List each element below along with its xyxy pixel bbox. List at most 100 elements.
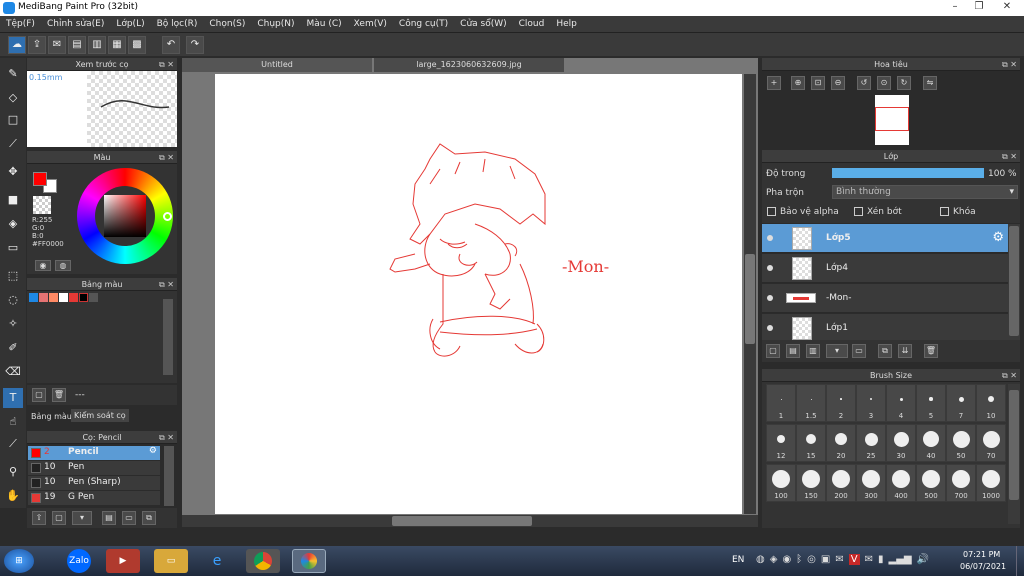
menu-layer[interactable]: Lớp(L) [110,19,150,29]
brush-tool-icon[interactable]: ✎ [3,64,23,84]
folder-icon[interactable]: ▭ [122,511,136,525]
panel-close-icon[interactable]: ⧉ ✕ [1002,369,1017,382]
battery-icon[interactable]: ▮ [878,554,884,565]
zalo-app-icon[interactable]: Zalo [67,549,91,573]
palette-more[interactable]: --- [75,390,85,400]
new-palette-icon[interactable]: ▢ [32,388,46,402]
pen-tool-icon[interactable]: ⟋ [3,134,23,154]
maximize-button[interactable]: ❐ [966,0,992,14]
brush-size-scrollbar[interactable] [1008,384,1020,524]
mail-icon[interactable]: ✉ [865,554,873,565]
redo-icon[interactable]: ↷ [186,36,204,54]
visibility-icon[interactable] [767,265,773,271]
layer-item[interactable]: Lớp5 ⚙ [762,224,1008,253]
palette-swatch-red[interactable] [69,293,78,302]
bucket-tool-icon[interactable]: ◈ [3,214,23,234]
panel-close-icon[interactable]: ⧉ ✕ [1002,150,1017,163]
layer-item[interactable]: -Mon- [762,284,1008,313]
zoom-in-icon[interactable]: + [767,76,781,90]
palette-swatch-black[interactable] [79,293,88,302]
palette-swatch-pink[interactable] [39,293,48,302]
chrome-icon[interactable] [246,549,280,573]
tab-brush-control[interactable]: Kiểm soát cọ [71,409,129,422]
brush-size-400[interactable]: 400 [886,464,916,502]
brush-size-5[interactable]: 5 [916,384,946,422]
duplicate-layer-icon[interactable]: ⧉ [878,344,892,358]
navigator-preview[interactable] [875,95,909,145]
tab-palette[interactable]: Bảng màu [31,412,72,421]
transparent-swatch[interactable] [33,196,51,214]
text-tool-icon[interactable]: T [3,388,23,408]
brush-size-200[interactable]: 200 [826,464,856,502]
zoom-plus-icon[interactable]: ⊕ [791,76,805,90]
brush-size-25[interactable]: 25 [856,424,886,462]
brush-item[interactable]: 19 G Pen [28,491,160,505]
brush-size-40[interactable]: 40 [916,424,946,462]
fill-shape-icon[interactable]: ■ [3,190,23,210]
steam-icon[interactable]: ◉ [782,554,791,565]
brush-size-1[interactable]: 1 [766,384,796,422]
blend-select[interactable]: Bình thường ▾ [832,185,1018,199]
brush-size-15[interactable]: 15 [796,424,826,462]
delete-layer-icon[interactable]: 🗑 [924,344,938,358]
panel-close-icon[interactable]: ⧉ ✕ [159,278,174,291]
gear-icon[interactable]: ⚙ [992,230,1004,245]
tiles-icon[interactable]: ▩ [128,36,146,54]
upload-icon[interactable]: ⇪ [28,36,46,54]
hand-tool-icon[interactable]: ✋ [3,486,23,506]
scroll-thumb[interactable] [745,254,755,344]
palette-swatch-orange[interactable] [49,293,58,302]
delete-palette-icon[interactable]: 🗑 [52,388,66,402]
cloud-icon[interactable]: ☁ [8,36,26,54]
brush-size-4[interactable]: 4 [886,384,916,422]
brush-size-1000[interactable]: 1000 [976,464,1006,502]
select-rect-icon[interactable]: ⬚ [3,266,23,286]
brush-item[interactable]: 10 Pen [28,461,160,475]
brush-size-300[interactable]: 300 [856,464,886,502]
rect-tool-icon[interactable]: □ [3,110,23,130]
drawing-canvas[interactable]: -Mon- [215,74,742,514]
signal-icon[interactable]: ▂▄▆ [889,554,912,565]
brush-size-7[interactable]: 7 [946,384,976,422]
scroll-thumb[interactable] [1009,226,1019,336]
vietkey-icon[interactable]: V [848,554,860,565]
protect-alpha-checkbox[interactable] [767,207,776,216]
brush-size-2[interactable]: 2 [826,384,856,422]
palette-swatch-empty[interactable] [89,293,98,302]
brush-size-100[interactable]: 100 [766,464,796,502]
internet-explorer-icon[interactable]: e [200,549,234,573]
lasso-icon[interactable]: ◌ [3,290,23,310]
select-eraser-icon[interactable]: ⌫ [3,362,23,382]
palette-swatch-blue[interactable] [29,293,38,302]
shield-icon[interactable]: ◍ [756,554,765,565]
brush-size-70[interactable]: 70 [976,424,1006,462]
brush-size-12[interactable]: 12 [766,424,796,462]
menu-view[interactable]: Xem(V) [348,19,393,29]
comment-icon[interactable]: ✉ [48,36,66,54]
menu-filter[interactable]: Bộ lọc(R) [151,19,204,29]
layer-menu-icon[interactable]: ▾ [826,344,848,358]
navigator-viewport[interactable] [875,107,909,131]
tab-untitled[interactable]: Untitled [182,58,372,72]
foreground-color-swatch[interactable] [33,172,47,186]
start-button[interactable]: ⊞ [4,549,34,573]
flip-icon[interactable]: ⇋ [923,76,937,90]
horizontal-scrollbar[interactable] [182,515,758,527]
rotate-left-icon[interactable]: ↺ [857,76,871,90]
divide-tool-icon[interactable]: ⟋ [3,434,23,454]
brush-size-700[interactable]: 700 [946,464,976,502]
panel-close-icon[interactable]: ⧉ ✕ [159,431,174,444]
brush-size-10[interactable]: 10 [976,384,1006,422]
grid-icon[interactable]: ▦ [108,36,126,54]
scroll-thumb[interactable] [392,516,532,526]
close-button[interactable]: ✕ [992,0,1022,14]
saturation-square[interactable] [104,195,146,237]
new-brush-icon[interactable]: ▢ [52,511,66,525]
app-tray-icon[interactable]: ◈ [770,554,778,565]
operation-tool-icon[interactable]: ☝ [3,412,23,432]
brush-size-1.5[interactable]: 1.5 [796,384,826,422]
panel-close-icon[interactable]: ⧉ ✕ [159,151,174,164]
volume-icon[interactable]: 🔊 [917,554,929,565]
new-halftone-layer-icon[interactable]: ▤ [786,344,800,358]
tab-image[interactable]: large_1623060632609.jpg [374,58,564,72]
